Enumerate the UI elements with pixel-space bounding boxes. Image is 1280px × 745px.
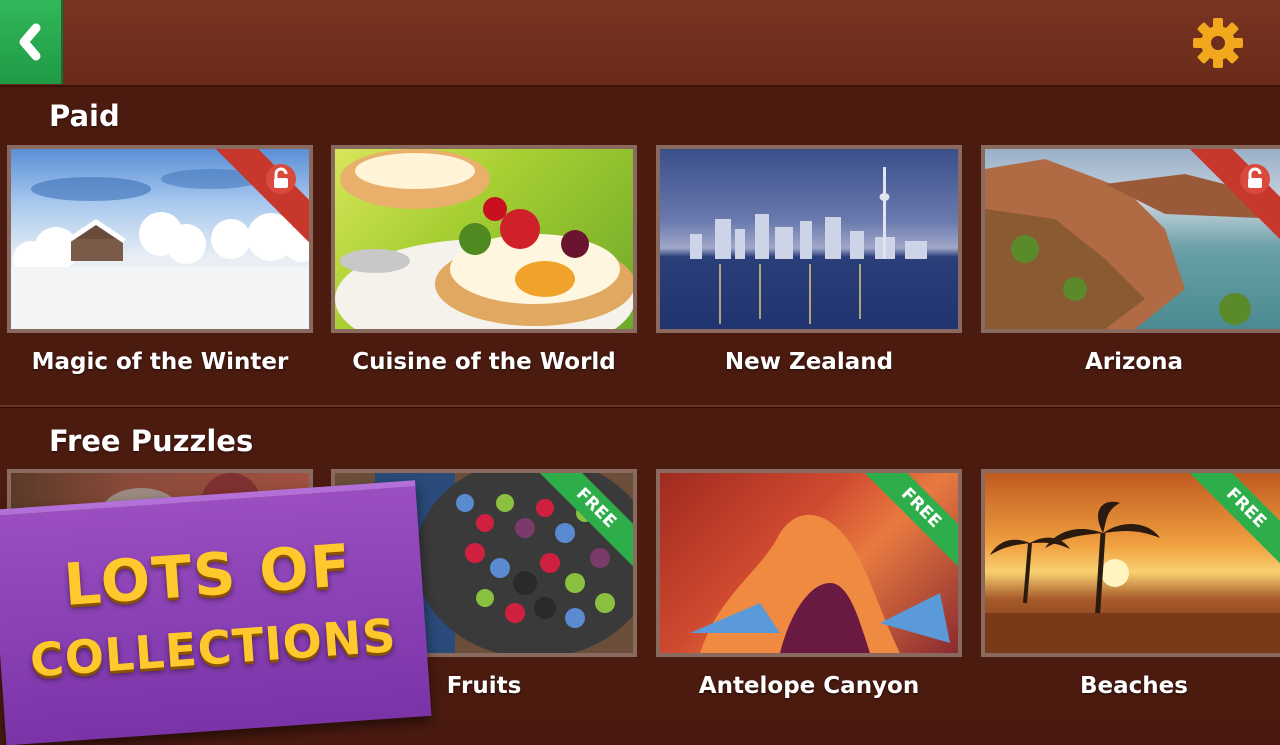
lock-icon xyxy=(266,164,296,194)
section-divider xyxy=(0,405,1280,408)
free-ribbon: FREE xyxy=(533,473,633,573)
collection-tile-arizona[interactable] xyxy=(981,145,1280,333)
promo-line-1: LOTS OF xyxy=(61,530,355,619)
free-ribbon: FREE xyxy=(858,473,958,573)
tile-label: New Zealand xyxy=(724,349,894,375)
chevron-left-icon xyxy=(19,23,41,61)
cuisine-image xyxy=(335,149,633,329)
tile-label: Arizona xyxy=(1084,349,1184,375)
section-title-free: Free Puzzles xyxy=(49,424,254,458)
tile-label: Antelope Canyon xyxy=(698,673,920,699)
lock-icon xyxy=(1240,164,1270,194)
free-badge: FREE xyxy=(533,473,633,572)
section-title-paid: Paid xyxy=(49,99,120,133)
tile-label: Beaches xyxy=(1080,673,1188,699)
new-zealand-image xyxy=(690,167,927,324)
collection-tile-new-zealand[interactable] xyxy=(656,145,962,333)
free-badge: FREE xyxy=(1183,473,1280,572)
back-button[interactable] xyxy=(0,0,63,84)
top-bar xyxy=(0,0,1280,87)
free-ribbon: FREE xyxy=(1183,473,1280,573)
free-badge: FREE xyxy=(858,473,958,572)
collection-tile-beaches[interactable]: FREE xyxy=(981,469,1280,657)
tile-label: Magic of the Winter xyxy=(31,349,289,375)
collection-tile-cuisine[interactable] xyxy=(331,145,637,333)
collection-tile-winter[interactable] xyxy=(7,145,313,333)
gear-icon[interactable] xyxy=(1190,15,1246,71)
collection-tile-antelope-canyon[interactable]: FREE xyxy=(656,469,962,657)
promo-banner: LOTS OF COLLECTIONS xyxy=(0,480,432,745)
tile-label: Cuisine of the World xyxy=(352,349,616,375)
